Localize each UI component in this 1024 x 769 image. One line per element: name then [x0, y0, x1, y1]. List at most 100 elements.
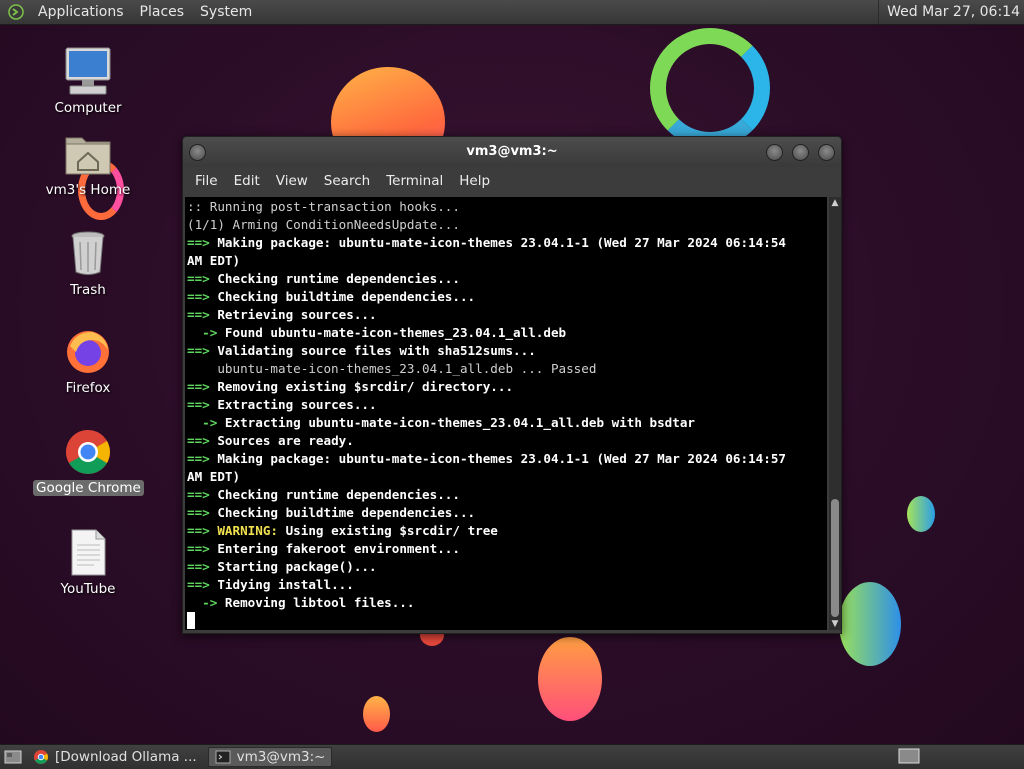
terminal-line-text: (1/1) Arming ConditionNeedsUpdate... [187, 217, 460, 232]
terminal-line-prefix: ==> [187, 505, 218, 520]
terminal-line-text: Tidying install... [217, 577, 354, 592]
terminal-line-text: Using existing $srcdir/ tree [285, 523, 498, 538]
menu-help[interactable]: Help [451, 173, 498, 189]
terminal-line: ==> WARNING: Using existing $srcdir/ tre… [187, 522, 827, 540]
places-menu[interactable]: Places [132, 0, 193, 24]
menu-view[interactable]: View [268, 173, 316, 189]
taskbar-item-chrome[interactable]: [Download Ollama ... [26, 747, 204, 767]
terminal-line: -> Extracting ubuntu-mate-icon-themes_23… [187, 414, 827, 432]
terminal-line-prefix: ==> [187, 289, 218, 304]
scroll-up-arrow-icon[interactable]: ▲ [829, 197, 841, 209]
terminal-line: (1/1) Arming ConditionNeedsUpdate... [187, 216, 827, 234]
terminal-line-prefix: ==> [187, 487, 218, 502]
bg-green-oval-small [907, 496, 935, 532]
window-menu-button[interactable] [189, 144, 206, 161]
taskbar-item-label: vm3@vm3:~ [236, 749, 326, 765]
menu-search[interactable]: Search [316, 173, 378, 189]
terminal-output[interactable]: :: Running post-transaction hooks... (1/1… [185, 197, 827, 630]
terminal-line-text: AM EDT) [187, 253, 241, 268]
home-folder-icon [62, 128, 114, 180]
system-menu[interactable]: System [192, 0, 260, 24]
terminal-line: AM EDT) [187, 252, 827, 270]
menu-edit[interactable]: Edit [226, 173, 268, 189]
terminal-line-text: Starting package()... [217, 559, 377, 574]
terminal-line-text: Checking buildtime dependencies... [217, 289, 476, 304]
desktop-icon-computer[interactable]: Computer [33, 46, 143, 116]
terminal-window[interactable]: vm3@vm3:~ File Edit View Search Terminal… [182, 136, 842, 634]
terminal-line-prefix: ==> [187, 559, 218, 574]
desktop-icon-label: Trash [70, 282, 106, 298]
terminal-line: ==> Checking runtime dependencies... [187, 270, 827, 288]
terminal-line: :: Running post-transaction hooks... [187, 198, 827, 216]
terminal-line: ==> Removing existing $srcdir/ directory… [187, 378, 827, 396]
terminal-line: AM EDT) [187, 468, 827, 486]
terminal-line: ==> Sources are ready. [187, 432, 827, 450]
desktop-icon-label: YouTube [60, 581, 116, 597]
terminal-line-text: Entering fakeroot environment... [217, 541, 460, 556]
terminal-lines: :: Running post-transaction hooks... (1/1… [185, 197, 827, 630]
firefox-icon [62, 326, 114, 378]
terminal-line-prefix: ==> [187, 235, 218, 250]
menu-terminal[interactable]: Terminal [378, 173, 451, 189]
terminal-line: ==> Validating source files with sha512s… [187, 342, 827, 360]
terminal-line-text: Found ubuntu-mate-icon-themes_23.04.1_al… [224, 325, 567, 340]
trash-icon [62, 228, 114, 280]
chrome-icon [34, 750, 48, 764]
mate-logo-icon[interactable] [8, 4, 24, 20]
desktop-icon-label: Firefox [65, 380, 111, 396]
terminal-icon [215, 750, 231, 764]
desktop-icon-label: Computer [54, 100, 122, 116]
terminal-line: ==> Entering fakeroot environment... [187, 540, 827, 558]
maximize-button[interactable] [792, 144, 809, 161]
terminal-line-prefix: ==> [187, 541, 218, 556]
desktop-icon-chrome[interactable]: Google Chrome [33, 426, 144, 496]
top-panel: Applications Places System Wed Mar 27, 0… [0, 0, 1024, 25]
terminal-warning-label: WARNING: [217, 523, 286, 538]
workspace-switcher-icon[interactable] [898, 748, 920, 764]
show-desktop-icon[interactable] [4, 749, 22, 765]
terminal-line-prefix: ==> [187, 433, 218, 448]
scroll-down-arrow-icon[interactable]: ▼ [829, 618, 841, 630]
terminal-line-text: Making package: ubuntu-mate-icon-themes … [217, 451, 786, 466]
terminal-line-text: Validating source files with sha512sums.… [217, 343, 536, 358]
terminal-line: ==> Checking runtime dependencies... [187, 486, 827, 504]
desktop-icon-label: Google Chrome [33, 480, 144, 496]
terminal-line-text: ubuntu-mate-icon-themes_23.04.1_all.deb … [187, 361, 597, 376]
terminal-line-prefix: ==> [187, 523, 218, 538]
terminal-titlebar[interactable]: vm3@vm3:~ [183, 137, 841, 167]
terminal-cursor [187, 612, 195, 629]
chrome-icon [62, 426, 114, 478]
terminal-line-prefix: -> [187, 415, 225, 430]
terminal-scrollbar[interactable]: ▲ ▼ [829, 197, 841, 630]
terminal-line-prefix: ==> [187, 577, 218, 592]
terminal-line: ==> Extracting sources... [187, 396, 827, 414]
desktop-icon-trash[interactable]: Trash [33, 228, 143, 298]
clock[interactable]: Wed Mar 27, 06:14 [878, 0, 1024, 24]
bg-green-oval-large [839, 582, 901, 666]
terminal-line: ubuntu-mate-icon-themes_23.04.1_all.deb … [187, 360, 827, 378]
terminal-line-prefix: -> [187, 325, 225, 340]
menu-file[interactable]: File [187, 173, 226, 189]
terminal-line: -> Removing libtool files... [187, 594, 827, 612]
terminal-prompt-line[interactable] [187, 612, 827, 630]
terminal-line: ==> Making package: ubuntu-mate-icon-the… [187, 450, 827, 468]
terminal-line-prefix: ==> [187, 307, 218, 322]
bottom-panel: [Download Ollama ... vm3@vm3:~ [0, 744, 1024, 769]
applications-menu[interactable]: Applications [30, 0, 132, 24]
desktop-icon-firefox[interactable]: Firefox [33, 326, 143, 396]
close-button[interactable] [818, 144, 835, 161]
terminal-line-text: AM EDT) [187, 469, 241, 484]
terminal-line-prefix: ==> [187, 451, 218, 466]
terminal-line-prefix: ==> [187, 397, 218, 412]
terminal-line-text: Making package: ubuntu-mate-icon-themes … [217, 235, 786, 250]
desktop-icon-youtube[interactable]: YouTube [33, 527, 143, 597]
terminal-line: ==> Tidying install... [187, 576, 827, 594]
document-icon [62, 527, 114, 579]
terminal-line: ==> Retrieving sources... [187, 306, 827, 324]
desktop-icon-home[interactable]: vm3's Home [33, 128, 143, 198]
taskbar-item-terminal[interactable]: vm3@vm3:~ [207, 747, 333, 767]
scrollbar-thumb[interactable] [831, 499, 839, 617]
minimize-button[interactable] [766, 144, 783, 161]
terminal-line-prefix: ==> [187, 379, 218, 394]
bg-orange-oval-small [363, 696, 390, 732]
